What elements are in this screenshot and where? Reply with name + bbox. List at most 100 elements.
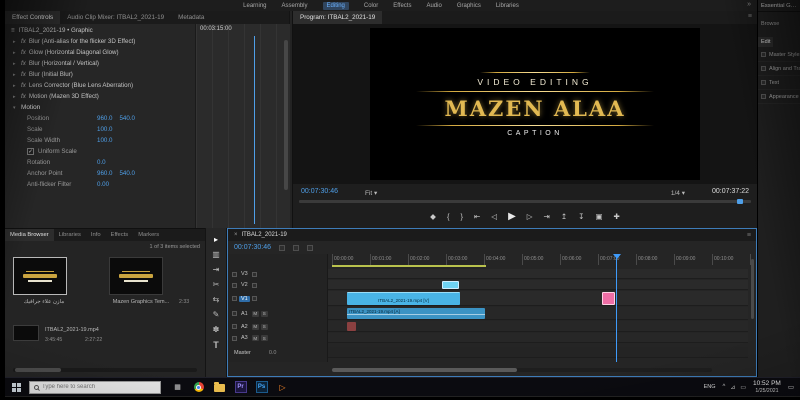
- effect-row[interactable]: ▸ fx Lens Corrector (Blue Lens Aberratio…: [5, 80, 195, 91]
- track-name[interactable]: A1: [239, 311, 250, 317]
- go-to-out-button[interactable]: ⇥: [544, 212, 550, 221]
- twirl-icon[interactable]: ▸: [13, 50, 18, 56]
- export-frame-button[interactable]: ▣: [595, 212, 602, 221]
- media-item-thumbnail[interactable]: [13, 257, 67, 295]
- file-explorer-icon[interactable]: [213, 381, 226, 394]
- mark-in-button[interactable]: {: [447, 212, 450, 221]
- resolution-dropdown[interactable]: 1/4 ▾: [671, 189, 685, 197]
- media-player-icon[interactable]: ▷: [276, 381, 289, 394]
- chrome-icon[interactable]: [192, 381, 205, 394]
- tab-program[interactable]: Program: ITBAL2_2021-19: [293, 11, 383, 24]
- work-area-bar[interactable]: [332, 265, 486, 267]
- workspace-tab-libraries[interactable]: Libraries: [496, 3, 519, 9]
- tab-effect-controls[interactable]: Effect Controls: [5, 11, 61, 24]
- property-value[interactable]: 100.0: [97, 137, 112, 144]
- fit-dropdown[interactable]: Fit ▾: [365, 189, 377, 197]
- sequence-tab[interactable]: ITBAL2_2021-19: [242, 232, 287, 238]
- property-value[interactable]: 540.0: [119, 115, 134, 122]
- workspace-tab-audio[interactable]: Audio: [426, 3, 441, 9]
- timeline-horizontal-scrollbar[interactable]: [332, 368, 712, 372]
- timeline-timecode[interactable]: 00:07:30:46: [234, 244, 271, 251]
- timeline-playhead[interactable]: [613, 254, 621, 362]
- property-value[interactable]: 540.0: [119, 170, 134, 177]
- panel-menu-icon[interactable]: ≡: [743, 11, 757, 24]
- clip-v1-graphic[interactable]: [602, 292, 615, 305]
- menu-icon[interactable]: ≡: [11, 27, 15, 34]
- premiere-icon[interactable]: Pr: [234, 381, 247, 394]
- media-scrollbar[interactable]: [13, 368, 197, 372]
- tab-audio-clip-mixer[interactable]: Audio Clip Mixer: ITBAL2_2021-19: [60, 11, 171, 24]
- add-marker-icon[interactable]: [306, 244, 313, 251]
- play-button[interactable]: ▶: [508, 211, 516, 222]
- track-lock-icon[interactable]: [232, 271, 237, 277]
- ripple-edit-tool[interactable]: ⇥: [213, 265, 220, 274]
- photoshop-icon[interactable]: Ps: [255, 381, 268, 394]
- track-visibility-icon[interactable]: [251, 282, 257, 288]
- tab-effects[interactable]: Effects: [106, 229, 134, 241]
- clip-a2-stub[interactable]: [347, 322, 356, 331]
- motion-section-header[interactable]: ▾ Motion: [5, 102, 195, 113]
- battery-icon[interactable]: ▭: [740, 384, 746, 391]
- start-button[interactable]: [12, 382, 21, 392]
- twirl-open-icon[interactable]: ▾: [13, 105, 18, 111]
- snap-icon[interactable]: [278, 244, 285, 251]
- close-icon[interactable]: ×: [234, 232, 238, 238]
- track-name[interactable]: V3: [239, 271, 250, 277]
- taskbar-search[interactable]: [29, 380, 161, 394]
- step-forward-button[interactable]: ▷: [527, 212, 533, 221]
- clip-v1-video[interactable]: ITBAL2_2021-19.mp4 [V]: [347, 292, 460, 305]
- effect-keyframe-lane[interactable]: 00:03:15:00: [195, 24, 290, 228]
- scrubber-playhead[interactable]: [737, 199, 743, 204]
- keyframe-lane-scrollbar[interactable]: [284, 40, 288, 190]
- property-value[interactable]: 100.0: [97, 126, 112, 133]
- track-select-tool[interactable]: ▥: [212, 250, 220, 259]
- essential-row-text[interactable]: Text: [758, 76, 800, 90]
- track-visibility-icon[interactable]: [251, 296, 257, 301]
- property-value[interactable]: 960.0: [97, 170, 112, 177]
- media-item-thumbnail[interactable]: [13, 325, 39, 341]
- solo-button[interactable]: S: [260, 323, 268, 330]
- twirl-icon[interactable]: ▸: [13, 61, 18, 67]
- track-name[interactable]: A2: [239, 324, 250, 330]
- essential-row-appearance[interactable]: Appearance: [758, 90, 800, 104]
- effect-row[interactable]: ▸ fx Motion (Mazen 3D Effect): [5, 91, 195, 102]
- network-icon[interactable]: ⊿: [730, 384, 735, 391]
- mark-out-button[interactable]: }: [460, 212, 463, 221]
- type-tool[interactable]: T: [213, 340, 219, 350]
- workspace-overflow-icon[interactable]: »: [747, 1, 751, 8]
- property-value[interactable]: 960.0: [97, 115, 112, 122]
- effect-row[interactable]: ▸ fx Blur (Anti-alias for the flicker 3D…: [5, 36, 195, 47]
- add-marker-button[interactable]: ◆: [430, 212, 436, 221]
- timeline-scrollbar-thumb[interactable]: [332, 368, 517, 372]
- tab-edit[interactable]: Edit: [758, 37, 774, 47]
- twirl-icon[interactable]: ▸: [13, 94, 18, 100]
- hand-tool[interactable]: ✽: [213, 325, 220, 334]
- go-to-in-button[interactable]: ⇤: [474, 212, 480, 221]
- extract-button[interactable]: ↧: [578, 212, 584, 221]
- selection-tool[interactable]: ▸: [214, 235, 218, 244]
- track-lock-icon[interactable]: [232, 324, 237, 329]
- program-scrubber[interactable]: [299, 199, 751, 204]
- workspace-tab-color[interactable]: Color: [364, 3, 378, 9]
- twirl-icon[interactable]: ▸: [13, 83, 18, 89]
- track-lock-icon[interactable]: [232, 335, 237, 341]
- panel-menu-icon[interactable]: ≡: [742, 230, 756, 241]
- solo-button[interactable]: S: [260, 310, 268, 317]
- property-value[interactable]: 0.0: [97, 159, 106, 166]
- lift-button[interactable]: ↥: [561, 212, 567, 221]
- workspace-tab-effects[interactable]: Effects: [393, 3, 411, 9]
- task-view-icon[interactable]: ▦: [171, 381, 184, 394]
- effect-row[interactable]: ▸ fx Glow (Horizontal Diagonal Glow): [5, 47, 195, 58]
- linked-selection-icon[interactable]: [292, 244, 299, 251]
- program-current-timecode[interactable]: 00:07:30:46: [301, 188, 338, 195]
- hidden-icons-caret[interactable]: ^: [722, 384, 725, 391]
- track-name[interactable]: V2: [239, 282, 250, 288]
- tab-libraries[interactable]: Libraries: [54, 229, 86, 241]
- property-value[interactable]: 0.00: [97, 181, 109, 188]
- timeline-vertical-scrollbar[interactable]: [751, 259, 754, 319]
- mute-button[interactable]: M: [251, 335, 259, 341]
- mute-button[interactable]: M: [251, 310, 259, 317]
- search-input[interactable]: [42, 384, 152, 390]
- twirl-icon[interactable]: ▸: [13, 39, 18, 45]
- step-back-button[interactable]: ◁: [491, 212, 497, 221]
